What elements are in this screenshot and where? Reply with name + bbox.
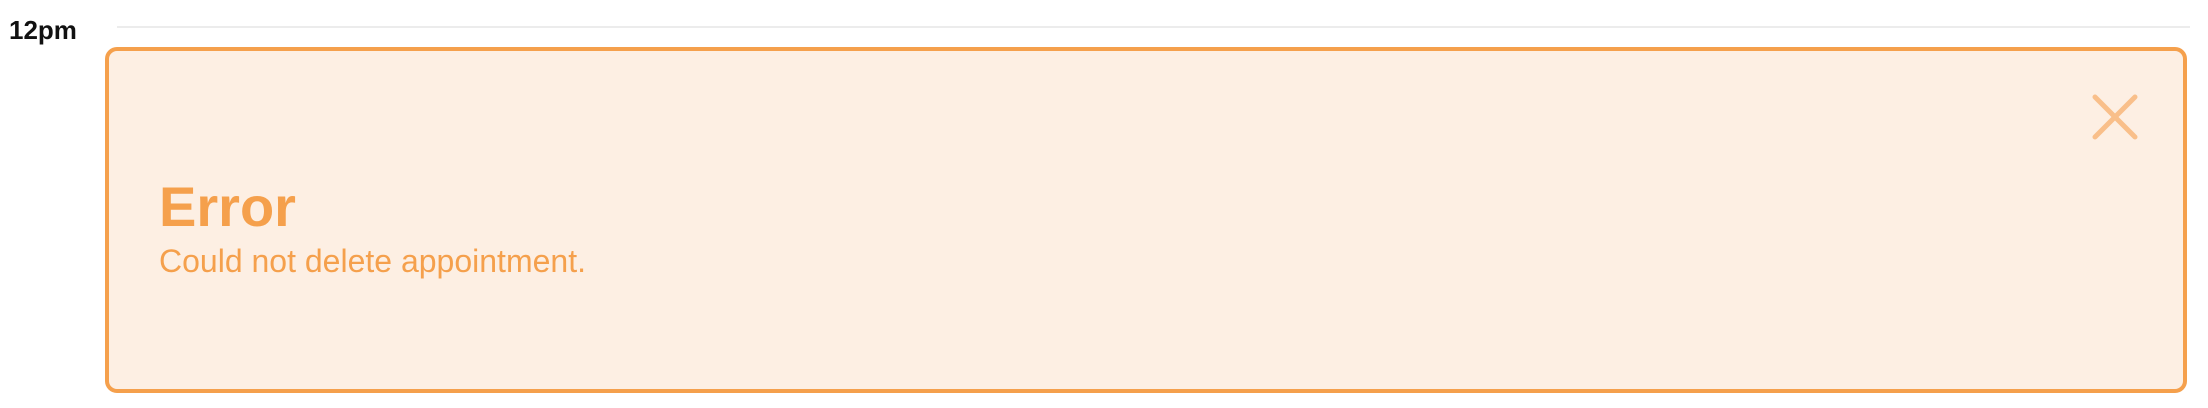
- toast-title: Error: [159, 175, 296, 238]
- hour-divider: [117, 26, 2190, 28]
- calendar-day-view: 12pm Error Could not delete appointment.: [0, 0, 2208, 408]
- toast-message: Could not delete appointment.: [159, 243, 586, 279]
- hour-label-12pm: 12pm: [9, 15, 77, 45]
- close-icon: [2092, 94, 2138, 140]
- close-button[interactable]: [2085, 87, 2145, 147]
- error-toast: Error Could not delete appointment.: [105, 47, 2187, 393]
